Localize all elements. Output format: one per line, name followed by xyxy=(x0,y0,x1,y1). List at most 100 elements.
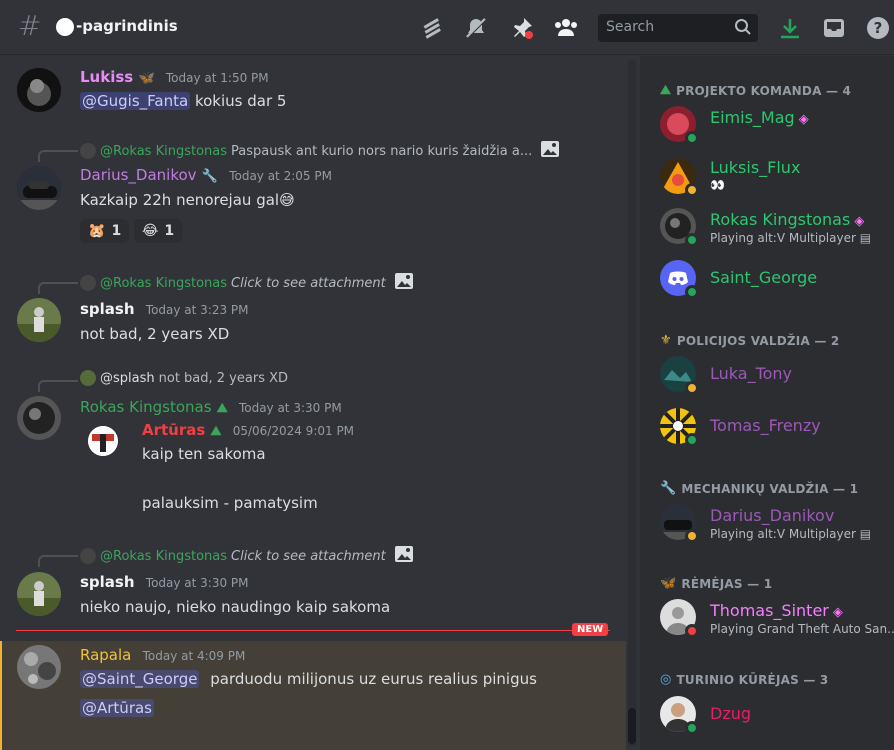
reply-text[interactable]: Click to see attachment xyxy=(231,549,386,564)
reply-author[interactable]: @Rokas Kingstonas xyxy=(100,276,227,291)
message-text: kaip ten sakoma xyxy=(142,445,266,463)
forwarded-avatar xyxy=(88,426,118,456)
message-content: nieko naujo, nieko naudingo kaip sakoma xyxy=(80,598,390,616)
message-text: not bad, 2 years XD xyxy=(80,325,230,343)
reply-author[interactable]: @Rokas Kingstonas xyxy=(100,144,227,159)
avatar[interactable] xyxy=(17,68,61,112)
author-name[interactable]: Rapala xyxy=(80,646,131,664)
channel-emoji-icon xyxy=(56,18,74,36)
author-name[interactable]: splash xyxy=(80,300,135,318)
member-item[interactable]: Eimis_Mag ◈ xyxy=(660,104,890,148)
status-online-icon xyxy=(685,285,699,299)
member-item[interactable]: Saint_George xyxy=(660,258,890,302)
member-item[interactable]: Rokas Kingstonas ◈ Playing alt:V Multipla… xyxy=(660,206,890,250)
reply-preview[interactable]: @Rokas Kingstonas Click to see attachmen… xyxy=(80,272,414,294)
forwarded-author[interactable]: Artūras ⛰ 05/06/2024 9:01 PM xyxy=(142,421,354,439)
member-item[interactable]: Tomas_Frenzy xyxy=(660,406,890,450)
member-name: Dzug xyxy=(710,704,752,723)
scrollbar-thumb[interactable] xyxy=(628,708,636,744)
avatar[interactable] xyxy=(17,572,61,616)
role-badge-icon: ⛰ xyxy=(210,424,222,439)
member-item[interactable]: Thomas_Sinter ◈ Playing Grand Theft Auto … xyxy=(660,597,894,641)
avatar xyxy=(660,599,699,638)
user-mention[interactable]: @Saint_George xyxy=(80,670,200,688)
member-name: Luka_Tony xyxy=(710,364,793,383)
message-timestamp: Today at 3:23 PM xyxy=(145,303,249,317)
reply-preview[interactable]: @Rokas Kingstonas Paspausk ant kurio nor… xyxy=(80,140,560,162)
sweat-smile-emoji: 😅 xyxy=(279,191,295,209)
member-item[interactable]: Dzug xyxy=(660,694,890,738)
reply-avatar xyxy=(80,370,96,386)
user-mention[interactable]: @Artūras xyxy=(80,699,154,717)
author-name[interactable]: Darius_Danikov xyxy=(80,166,197,184)
reply-text: not bad, 2 years XD xyxy=(158,370,289,386)
message-content: @Artūras xyxy=(80,699,154,717)
user-mention[interactable]: @Gugis_Fanta xyxy=(80,92,191,110)
member-name: Thomas_Sinter ◈ xyxy=(710,601,843,620)
status-dnd-icon xyxy=(685,624,699,638)
author-name[interactable]: splash xyxy=(80,573,135,591)
reply-connector xyxy=(38,555,78,567)
message-text: kokius dar 5 xyxy=(194,92,287,110)
avatar[interactable] xyxy=(17,166,61,210)
member-name: Eimis_Mag ◈ xyxy=(710,108,809,127)
author-name[interactable]: Artūras xyxy=(142,421,205,439)
member-item[interactable]: Darius_Danikov Playing alt:V Multiplayer… xyxy=(660,502,890,546)
member-name: Darius_Danikov xyxy=(710,506,835,525)
avatar xyxy=(660,504,699,543)
search-input[interactable]: Search xyxy=(598,14,758,42)
rich-presence-icon: ▤ xyxy=(859,231,872,245)
message-author[interactable]: splash Today at 3:30 PM xyxy=(80,573,249,591)
member-item[interactable]: Luka_Tony xyxy=(660,354,890,398)
avatar[interactable] xyxy=(17,298,61,342)
avatar[interactable] xyxy=(17,396,61,440)
message-author[interactable]: Rapala Today at 4:09 PM xyxy=(80,646,245,664)
member-item[interactable]: Luksis_Flux 👀 xyxy=(660,156,890,200)
author-name[interactable]: Rokas Kingstonas xyxy=(80,398,212,416)
role-header: ⚜ POLICIJOS VALDŽIA — 2 xyxy=(660,333,839,348)
message-timestamp: 05/06/2024 9:01 PM xyxy=(232,424,355,438)
message-author[interactable]: splash Today at 3:23 PM xyxy=(80,300,249,318)
member-status-text: 👀 xyxy=(710,178,725,192)
threads-icon[interactable] xyxy=(418,14,446,42)
search-placeholder: Search xyxy=(606,19,655,35)
role-title: RĖMĖJAS — 1 xyxy=(681,576,773,591)
member-name: Saint_George xyxy=(710,268,818,287)
help-icon[interactable]: ? xyxy=(864,14,892,42)
message-author[interactable]: Rokas Kingstonas ⛰ Today at 3:30 PM xyxy=(80,398,342,416)
member-list-icon[interactable] xyxy=(552,14,580,42)
chat-scrollbar[interactable] xyxy=(628,60,636,746)
status-idle-icon xyxy=(685,183,699,197)
member-name: Rokas Kingstonas ◈ xyxy=(710,210,865,229)
role-title: POLICIJOS VALDŽIA — 2 xyxy=(676,333,840,348)
download-icon[interactable] xyxy=(776,14,804,42)
message-text: Kazkaip 22h nenorejau gal xyxy=(80,191,280,209)
boost-icon: ◈ xyxy=(798,112,809,127)
reply-text[interactable]: Click to see attachment xyxy=(231,276,386,291)
avatar xyxy=(660,356,699,395)
avatar xyxy=(660,158,699,197)
reaction-joy[interactable]: 😂 1 xyxy=(134,219,183,243)
message-author[interactable]: Lukiss 🦋 Today at 1:50 PM xyxy=(80,68,269,86)
role-title: TURINIO KŪRĖJAS — 3 xyxy=(676,672,829,687)
role-title: MECHANIKŲ VALDŽIA — 1 xyxy=(681,481,859,496)
member-list: ⛰ PROJEKTO KOMANDA — 4 Eimis_Mag ◈ Luksis… xyxy=(640,56,894,750)
rich-presence-icon: ▤ xyxy=(859,527,872,541)
mute-bell-icon[interactable] xyxy=(462,14,490,42)
role-header: 🦋 RĖMĖJAS — 1 xyxy=(660,576,772,591)
reply-author[interactable]: @splash xyxy=(100,371,155,386)
reply-preview[interactable]: @Rokas Kingstonas Click to see attachmen… xyxy=(80,545,414,567)
reaction-emoji: 😂 xyxy=(142,223,159,239)
role-icon: ⚜ xyxy=(660,333,672,348)
message-content: not bad, 2 years XD xyxy=(80,325,229,343)
inbox-icon[interactable] xyxy=(820,14,848,42)
message-author[interactable]: Darius_Danikov 🔧 Today at 2:05 PM xyxy=(80,166,332,184)
message-content: Kazkaip 22h nenorejau gal😅 xyxy=(80,191,295,209)
avatar xyxy=(660,260,699,299)
reply-preview[interactable]: @splash not bad, 2 years XD xyxy=(80,370,288,386)
author-name[interactable]: Lukiss xyxy=(80,68,133,86)
avatar[interactable] xyxy=(17,645,61,689)
reaction-hamster[interactable]: 🐹 1 xyxy=(80,219,130,243)
pin-icon[interactable] xyxy=(508,14,536,42)
reply-author[interactable]: @Rokas Kingstonas xyxy=(100,549,227,564)
